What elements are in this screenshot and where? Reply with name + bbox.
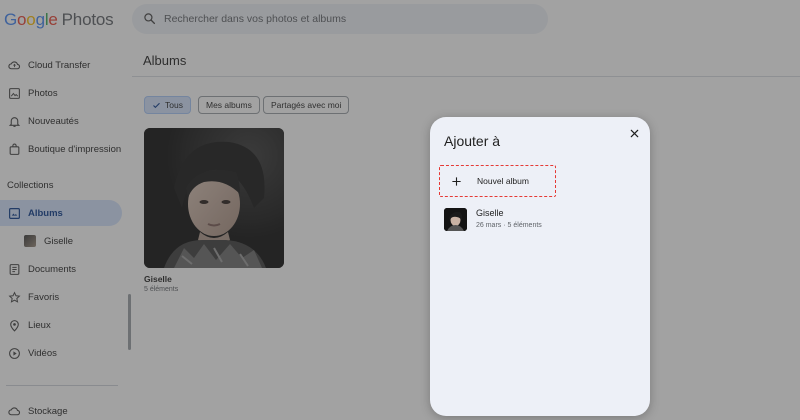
- album-list-item-giselle[interactable]: Giselle 26 mars · 5 éléments: [444, 207, 640, 233]
- new-album-button[interactable]: Nouvel album: [439, 165, 556, 197]
- album-cover-thumb: [444, 208, 467, 231]
- album-list-item-meta: 26 mars · 5 éléments: [476, 222, 542, 229]
- close-icon: [630, 129, 638, 137]
- album-list-item-name: Giselle: [476, 208, 504, 218]
- add-to-album-dialog: Ajouter à Nouvel album Giselle 26 mars ·…: [430, 117, 650, 416]
- modal-scrim[interactable]: [0, 0, 800, 420]
- dialog-title: Ajouter à: [444, 133, 501, 149]
- plus-icon: [450, 175, 462, 187]
- close-button[interactable]: [627, 126, 641, 140]
- new-album-label: Nouvel album: [477, 176, 529, 186]
